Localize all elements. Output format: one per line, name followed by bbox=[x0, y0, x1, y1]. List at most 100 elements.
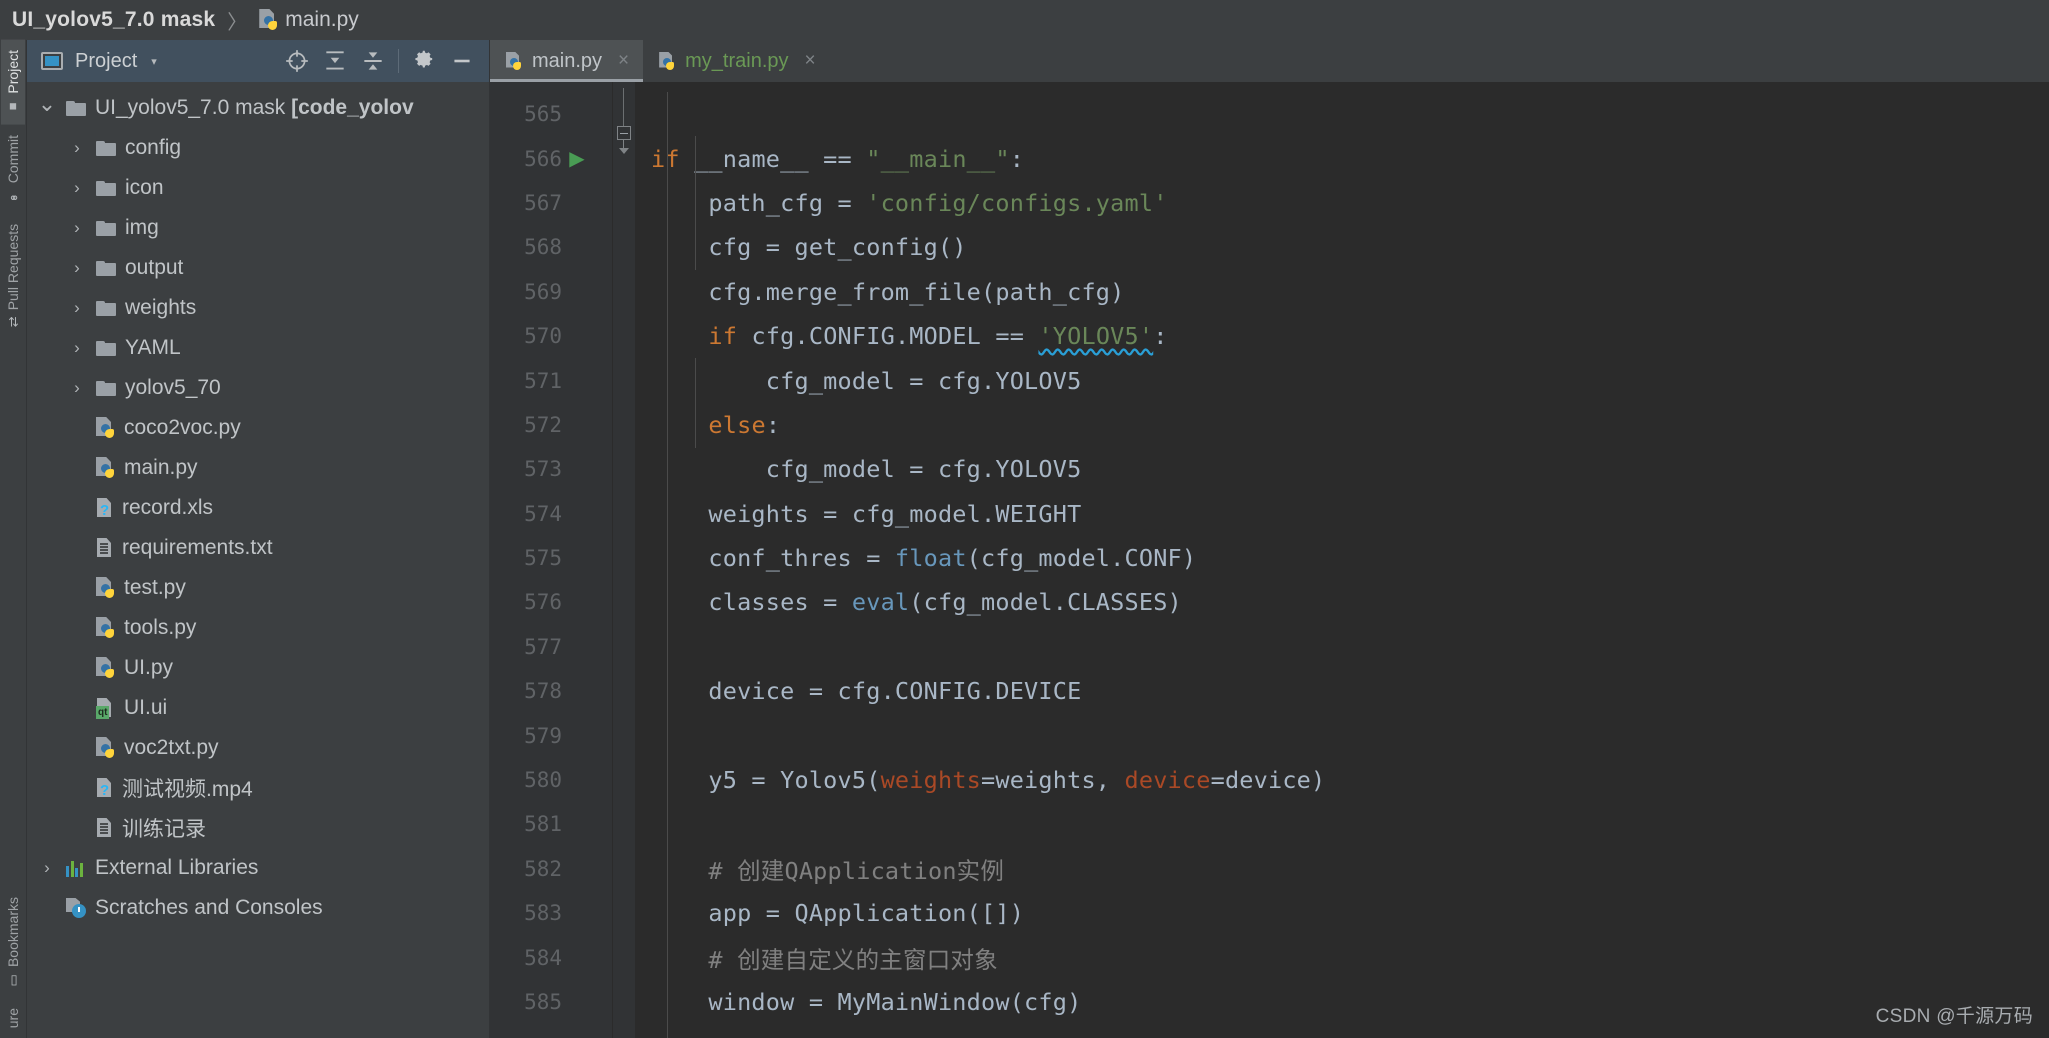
gutter-row[interactable]: 578 bbox=[490, 669, 613, 713]
chevron-right-icon[interactable]: › bbox=[67, 138, 87, 158]
gutter-row[interactable]: 581 bbox=[490, 802, 613, 846]
tree-row-label: requirements.txt bbox=[122, 536, 273, 560]
gutter-row[interactable]: 571 bbox=[490, 358, 613, 402]
close-icon[interactable]: × bbox=[618, 50, 629, 72]
code-folding-column[interactable] bbox=[613, 82, 635, 1038]
tree-row[interactable]: ›img bbox=[27, 208, 489, 248]
sidebar-item-pull-requests[interactable]: ⇄ Pull Requests bbox=[1, 214, 25, 337]
gutter-row[interactable]: 568 bbox=[490, 225, 613, 269]
sidebar-item-project[interactable]: ■ Project bbox=[1, 40, 25, 125]
code-line[interactable]: cfg_model = cfg.YOLOV5 bbox=[651, 447, 2049, 491]
tree-row[interactable]: coco2voc.py bbox=[27, 408, 489, 448]
tree-row[interactable]: tools.py bbox=[27, 608, 489, 648]
gutter-row[interactable]: 567 bbox=[490, 181, 613, 225]
tree-row[interactable]: UI.py bbox=[27, 648, 489, 688]
code-line[interactable]: y5 = Yolov5(weights=weights, device=devi… bbox=[651, 758, 2049, 802]
code-line[interactable]: app = QApplication([]) bbox=[651, 891, 2049, 935]
select-opened-file-icon[interactable] bbox=[278, 45, 316, 77]
gutter-row[interactable]: 583 bbox=[490, 891, 613, 935]
code-line[interactable]: # 创建QApplication实例 bbox=[651, 847, 2049, 891]
tree-row[interactable]: ⌄UI_yolov5_7.0 mask [code_yolov bbox=[27, 88, 489, 128]
collapse-all-icon[interactable] bbox=[354, 45, 392, 77]
gutter-row[interactable]: 582 bbox=[490, 847, 613, 891]
breadcrumb-file[interactable]: main.py bbox=[259, 8, 359, 32]
code-line[interactable]: cfg = get_config() bbox=[651, 225, 2049, 269]
run-line-icon[interactable]: ▶ bbox=[562, 149, 592, 169]
tree-row[interactable]: requirements.txt bbox=[27, 528, 489, 568]
tree-row[interactable]: ?测试视频.mp4 bbox=[27, 768, 489, 808]
close-icon[interactable]: × bbox=[805, 50, 816, 72]
chevron-right-icon[interactable]: › bbox=[67, 258, 87, 278]
tab-my-train-py[interactable]: my_train.py × bbox=[643, 40, 829, 82]
sidebar-item-bookmarks[interactable]: ▯ Bookmarks bbox=[1, 887, 25, 998]
code-line[interactable]: conf_thres = float(cfg_model.CONF) bbox=[651, 536, 2049, 580]
gutter-row[interactable]: 570 bbox=[490, 314, 613, 358]
chevron-right-icon[interactable]: › bbox=[67, 378, 87, 398]
tree-row[interactable]: ›External Libraries bbox=[27, 848, 489, 888]
breadcrumb-project-name[interactable]: UI_yolov5_7.0 mask bbox=[12, 8, 215, 32]
expand-all-icon[interactable] bbox=[316, 45, 354, 77]
tree-row[interactable]: qtUI.ui bbox=[27, 688, 489, 728]
code-line[interactable]: window = MyMainWindow(cfg) bbox=[651, 980, 2049, 1024]
code-line[interactable]: else: bbox=[651, 403, 2049, 447]
gutter-row[interactable]: 572 bbox=[490, 403, 613, 447]
tree-row[interactable]: ?record.xls bbox=[27, 488, 489, 528]
gutter-row[interactable]: 569 bbox=[490, 270, 613, 314]
chevron-right-icon[interactable]: › bbox=[67, 338, 87, 358]
code-line[interactable]: device = cfg.CONFIG.DEVICE bbox=[651, 669, 2049, 713]
tree-row[interactable]: ›config bbox=[27, 128, 489, 168]
sidebar-item-structure[interactable]: ure bbox=[1, 998, 25, 1038]
code-line[interactable] bbox=[651, 802, 2049, 846]
tree-row[interactable]: 训练记录 bbox=[27, 808, 489, 848]
hide-panel-icon[interactable] bbox=[443, 45, 481, 77]
chevron-right-icon[interactable]: › bbox=[67, 298, 87, 318]
gutter-row[interactable]: 579 bbox=[490, 713, 613, 757]
tree-row[interactable]: ›output bbox=[27, 248, 489, 288]
code-editor[interactable]: 565 566▶567 568 569 570 571 572 573 574 … bbox=[490, 82, 2049, 1038]
sidebar-item-commit[interactable]: ⚭ Commit bbox=[1, 125, 25, 214]
tree-row[interactable]: test.py bbox=[27, 568, 489, 608]
code-content[interactable]: if __name__ == "__main__": path_cfg = 'c… bbox=[635, 82, 2049, 1038]
chevron-down-icon[interactable]: ⌄ bbox=[37, 91, 57, 117]
gutter-row[interactable]: 585 bbox=[490, 980, 613, 1024]
chevron-right-icon[interactable]: › bbox=[37, 858, 57, 878]
gutter-row[interactable]: 566▶ bbox=[490, 136, 613, 180]
code-line[interactable] bbox=[651, 713, 2049, 757]
gutter-row[interactable]: 580 bbox=[490, 758, 613, 802]
tree-row[interactable]: ›YAML bbox=[27, 328, 489, 368]
tree-row[interactable]: Scratches and Consoles bbox=[27, 888, 489, 928]
tree-row[interactable]: ›weights bbox=[27, 288, 489, 328]
code-line[interactable]: cfg_model = cfg.YOLOV5 bbox=[651, 358, 2049, 402]
code-line[interactable]: cfg.merge_from_file(path_cfg) bbox=[651, 270, 2049, 314]
code-line[interactable] bbox=[651, 92, 2049, 136]
code-line[interactable]: if __name__ == "__main__": bbox=[651, 136, 2049, 180]
gutter-row[interactable]: 573 bbox=[490, 447, 613, 491]
chevron-right-icon[interactable]: › bbox=[67, 218, 87, 238]
gutter-row[interactable]: 575 bbox=[490, 536, 613, 580]
code-line[interactable] bbox=[651, 625, 2049, 669]
project-file-tree[interactable]: ⌄UI_yolov5_7.0 mask [code_yolov›config›i… bbox=[27, 82, 489, 1038]
line-number: 576 bbox=[490, 590, 562, 614]
gutter-row[interactable]: 584 bbox=[490, 935, 613, 979]
gutter-row[interactable]: 574 bbox=[490, 492, 613, 536]
chevron-down-icon[interactable]: ▾ bbox=[151, 55, 157, 68]
settings-gear-icon[interactable] bbox=[405, 45, 443, 77]
tab-main-py[interactable]: main.py × bbox=[490, 40, 643, 82]
code-line[interactable]: classes = eval(cfg_model.CLASSES) bbox=[651, 580, 2049, 624]
code-line[interactable]: # 创建自定义的主窗口对象 bbox=[651, 935, 2049, 979]
pull-request-icon: ⇄ bbox=[6, 316, 21, 327]
editor-gutter[interactable]: 565 566▶567 568 569 570 571 572 573 574 … bbox=[490, 82, 613, 1038]
gutter-row[interactable]: 576 bbox=[490, 580, 613, 624]
tree-row[interactable]: ›yolov5_70 bbox=[27, 368, 489, 408]
tree-row[interactable]: voc2txt.py bbox=[27, 728, 489, 768]
code-line[interactable]: path_cfg = 'config/configs.yaml' bbox=[651, 181, 2049, 225]
code-line[interactable]: if cfg.CONFIG.MODEL == 'YOLOV5': bbox=[651, 314, 2049, 358]
tree-row[interactable]: ›icon bbox=[27, 168, 489, 208]
fold-toggle-icon[interactable] bbox=[617, 126, 631, 140]
gutter-row[interactable]: 577 bbox=[490, 625, 613, 669]
gutter-row[interactable]: 565 bbox=[490, 92, 613, 136]
tree-row[interactable]: main.py bbox=[27, 448, 489, 488]
chevron-right-icon[interactable]: › bbox=[67, 178, 87, 198]
editor-tab-bar: main.py × my_train.py × bbox=[490, 40, 2049, 82]
code-line[interactable]: weights = cfg_model.WEIGHT bbox=[651, 492, 2049, 536]
